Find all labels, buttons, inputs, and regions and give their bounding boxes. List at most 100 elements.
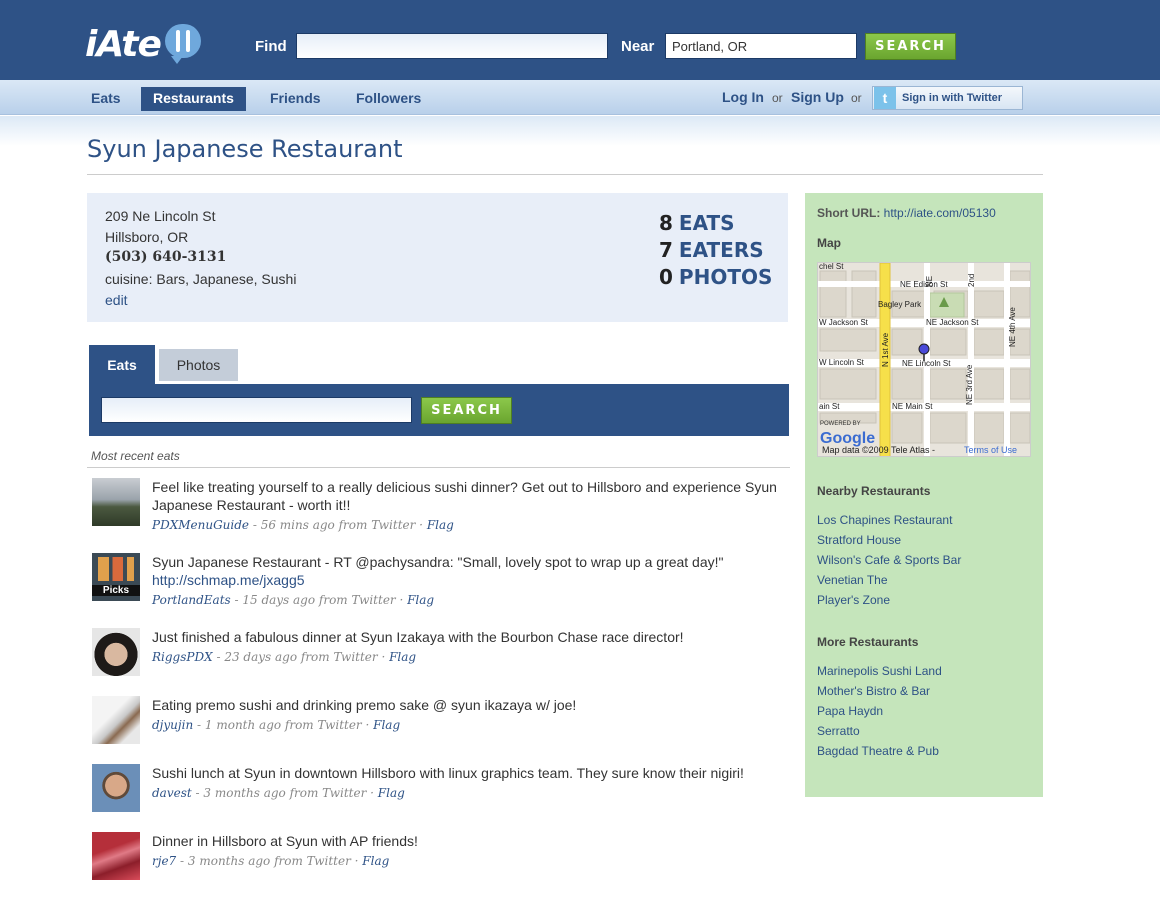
svg-text:NE Jackson St: NE Jackson St	[926, 318, 979, 327]
feed-text: Dinner in Hillsboro at Syun with AP frie…	[152, 833, 418, 849]
top-header: iAte Find Near SEARCH	[0, 0, 1160, 80]
feed-user-link[interactable]: RiggsPDX	[152, 650, 213, 664]
avatar[interactable]	[92, 478, 140, 526]
avatar[interactable]: Picks	[92, 553, 140, 601]
stat-eaters[interactable]: 7 EATERS	[659, 238, 764, 262]
twitter-icon: t	[874, 87, 896, 109]
find-label: Find	[255, 38, 287, 55]
avatar[interactable]	[92, 764, 140, 812]
login-link[interactable]: Log In	[722, 89, 764, 105]
feed-item: Eating premo sushi and drinking premo sa…	[92, 696, 790, 746]
feed-item: Dinner in Hillsboro at Syun with AP frie…	[92, 832, 790, 882]
nearby-restaurant-link[interactable]: Player's Zone	[817, 593, 890, 607]
short-url: Short URL: http://iate.com/05130	[817, 206, 996, 220]
picks-label: Picks	[92, 585, 140, 596]
feed-meta: rje7 - 3 months ago from Twitter · Flag	[152, 854, 389, 868]
feed-time: - 15 days ago from Twitter ·	[230, 593, 408, 607]
feed-item: Feel like treating yourself to a really …	[92, 478, 790, 538]
flag-link[interactable]: Flag	[427, 518, 454, 532]
feed-time: - 3 months ago from Twitter ·	[176, 854, 363, 868]
avatar[interactable]	[92, 628, 140, 676]
feed-user-link[interactable]: djyujin	[152, 718, 193, 732]
nearby-restaurant-link[interactable]: Los Chapines Restaurant	[817, 513, 952, 527]
stat-photos-count: 0	[659, 265, 673, 289]
feed-meta: djyujin - 1 month ago from Twitter · Fla…	[152, 718, 400, 732]
feed-user-link[interactable]: davest	[152, 786, 192, 800]
feed-time: - 1 month ago from Twitter ·	[193, 718, 374, 732]
more-heading: More Restaurants	[817, 635, 919, 649]
flag-link[interactable]: Flag	[407, 593, 434, 607]
feed-meta: RiggsPDX - 23 days ago from Twitter · Fl…	[152, 650, 416, 664]
svg-text:NE 4th Ave: NE 4th Ave	[1008, 307, 1017, 347]
short-url-link[interactable]: http://iate.com/05130	[884, 206, 996, 220]
stat-photos[interactable]: 0 PHOTOS	[659, 265, 772, 289]
or-separator: or	[851, 91, 862, 105]
feed-text: Syun Japanese Restaurant - RT @pachysand…	[152, 553, 792, 589]
tab-eats[interactable]: Eats	[89, 345, 155, 385]
twitter-signin-label: Sign in with Twitter	[902, 92, 1003, 104]
nav-restaurants[interactable]: Restaurants	[141, 87, 246, 111]
or-separator: or	[772, 91, 783, 105]
feed-text: Eating premo sushi and drinking premo sa…	[152, 697, 577, 713]
svg-text:Map data ©2009 Tele Atlas -: Map data ©2009 Tele Atlas -	[822, 445, 935, 455]
eats-search-button[interactable]: SEARCH	[421, 397, 512, 424]
stat-eaters-count: 7	[659, 238, 673, 262]
stat-photos-label: PHOTOS	[678, 265, 773, 289]
find-input[interactable]	[296, 33, 608, 59]
feed-text: Just finished a fabulous dinner at Syun …	[152, 629, 684, 645]
flag-link[interactable]: Flag	[373, 718, 400, 732]
feed-item: Just finished a fabulous dinner at Syun …	[92, 628, 790, 678]
near-input[interactable]	[665, 33, 857, 59]
page-title: Syun Japanese Restaurant	[87, 135, 403, 163]
nearby-restaurant-link[interactable]: Stratford House	[817, 533, 901, 547]
feed-url-link[interactable]: http://schmap.me/jxagg5	[152, 572, 305, 588]
flag-link[interactable]: Flag	[362, 854, 389, 868]
signup-link[interactable]: Sign Up	[791, 89, 844, 105]
nearby-restaurant-link[interactable]: Wilson's Cafe & Sports Bar	[817, 553, 961, 567]
nav-followers[interactable]: Followers	[344, 87, 433, 111]
feed-meta: PDXMenuGuide - 56 mins ago from Twitter …	[152, 518, 454, 532]
feed-user-link[interactable]: PDXMenuGuide	[152, 518, 249, 532]
svg-text:NE Lincoln St: NE Lincoln St	[902, 359, 951, 368]
twitter-signin-button[interactable]: t Sign in with Twitter	[872, 86, 1023, 110]
svg-text:W Lincoln St: W Lincoln St	[819, 358, 865, 367]
more-restaurant-link[interactable]: Serratto	[817, 724, 860, 738]
feed-item: Sushi lunch at Syun in downtown Hillsbor…	[92, 764, 790, 814]
logo-text: iAte	[85, 23, 162, 65]
avatar[interactable]	[92, 832, 140, 880]
cuisine: cuisine: Bars, Japanese, Sushi	[105, 271, 297, 287]
svg-text:NE: NE	[925, 276, 934, 287]
edit-link[interactable]: edit	[105, 292, 128, 308]
stat-eaters-label: EATERS	[678, 238, 764, 262]
feed-text: Sushi lunch at Syun in downtown Hillsbor…	[152, 765, 744, 781]
eats-search-input[interactable]	[101, 397, 412, 423]
feed-time: - 56 mins ago from Twitter ·	[249, 518, 427, 532]
avatar[interactable]	[92, 696, 140, 744]
feed-user-link[interactable]: rje7	[152, 854, 176, 868]
nav-eats[interactable]: Eats	[79, 87, 133, 111]
feed-user-link[interactable]: PortlandEats	[152, 593, 231, 607]
restaurant-info: 209 Ne Lincoln St Hillsboro, OR (503) 64…	[87, 193, 788, 322]
tab-photos[interactable]: Photos	[159, 349, 238, 381]
nearby-restaurant-link[interactable]: Venetian The	[817, 573, 888, 587]
flag-link[interactable]: Flag	[378, 786, 405, 800]
svg-text:N 1st Ave: N 1st Ave	[881, 332, 890, 367]
short-url-label: Short URL:	[817, 206, 881, 220]
feed-item: Picks Syun Japanese Restaurant - RT @pac…	[92, 553, 790, 613]
stat-eats[interactable]: 8 EATS	[659, 211, 735, 235]
header-search-button[interactable]: SEARCH	[865, 33, 956, 60]
stat-eats-count: 8	[659, 211, 673, 235]
fork-knife-icon	[164, 24, 201, 64]
location-map[interactable]: chel St NE Edison St Bagley Park W Jacks…	[817, 262, 1031, 457]
more-restaurant-link[interactable]: Bagdad Theatre & Pub	[817, 744, 939, 758]
site-logo[interactable]: iAte	[85, 22, 201, 66]
drinks-icon	[98, 557, 134, 581]
flag-link[interactable]: Flag	[389, 650, 416, 664]
svg-text:Bagley Park: Bagley Park	[878, 300, 922, 309]
more-restaurant-link[interactable]: Papa Haydn	[817, 704, 883, 718]
feed-time: - 3 months ago from Twitter ·	[191, 786, 378, 800]
svg-text:NE 3rd Ave: NE 3rd Ave	[965, 364, 974, 405]
more-restaurant-link[interactable]: Marinepolis Sushi Land	[817, 664, 942, 678]
nav-friends[interactable]: Friends	[258, 87, 333, 111]
more-restaurant-link[interactable]: Mother's Bistro & Bar	[817, 684, 930, 698]
